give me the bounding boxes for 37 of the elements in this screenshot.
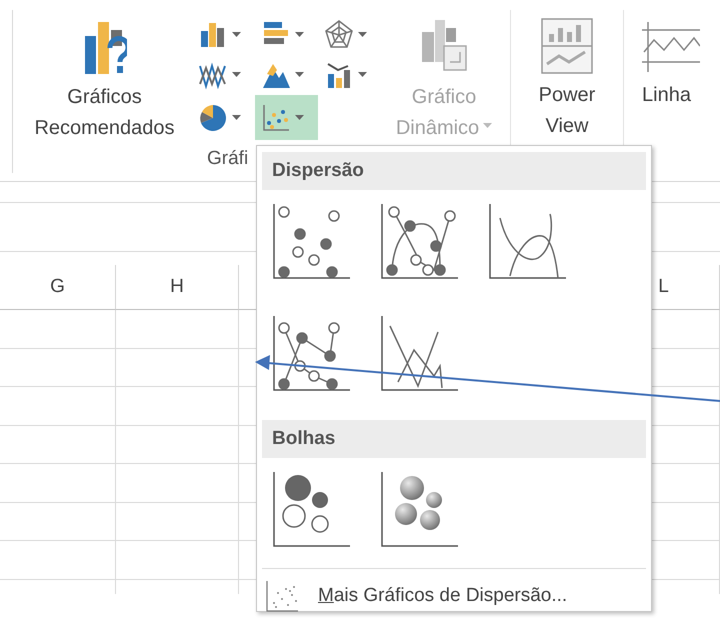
table-cell[interactable] xyxy=(0,426,116,464)
caret-icon xyxy=(295,32,304,36)
scatter-chart-icon xyxy=(261,102,291,132)
column-header[interactable]: H xyxy=(170,276,184,298)
recommended-charts-button[interactable]: Gráficos Recomendados xyxy=(17,10,192,144)
column-header[interactable]: G xyxy=(50,276,65,298)
caret-icon xyxy=(483,123,492,128)
report-chart-icon xyxy=(541,18,593,74)
caret-icon xyxy=(232,32,241,36)
caret-icon xyxy=(295,115,304,120)
table-cell[interactable] xyxy=(116,541,239,580)
table-cell[interactable] xyxy=(116,348,239,387)
radar-chart-icon xyxy=(324,19,354,49)
more-charts-menu-item[interactable]: Mais Gráficos de Dispersão... xyxy=(262,573,646,613)
table-cell[interactable] xyxy=(116,426,239,464)
table-cell[interactable] xyxy=(0,464,116,502)
table-cell[interactable] xyxy=(0,541,116,580)
caret-icon xyxy=(358,72,367,77)
table-cell[interactable] xyxy=(116,502,239,541)
table-cell[interactable] xyxy=(116,387,239,426)
table-cell[interactable] xyxy=(0,502,116,541)
caret-icon xyxy=(232,72,241,77)
table-cell[interactable] xyxy=(0,387,116,426)
section-header: Dispersão xyxy=(262,152,646,190)
caret-icon xyxy=(232,115,241,120)
chart-type-button[interactable] xyxy=(255,95,318,140)
column-header[interactable]: L xyxy=(658,276,669,298)
scatter-plot-icon xyxy=(264,579,298,613)
table-cell[interactable] xyxy=(0,348,116,387)
caret-icon xyxy=(295,72,304,77)
group-label: Gráfi xyxy=(207,147,248,171)
caret-icon xyxy=(358,32,367,36)
table-cell[interactable] xyxy=(0,310,116,348)
table-cell[interactable] xyxy=(116,464,239,502)
table-cell[interactable] xyxy=(116,310,239,348)
section-header: Bolhas xyxy=(262,420,646,458)
pie-chart-icon xyxy=(198,102,228,132)
